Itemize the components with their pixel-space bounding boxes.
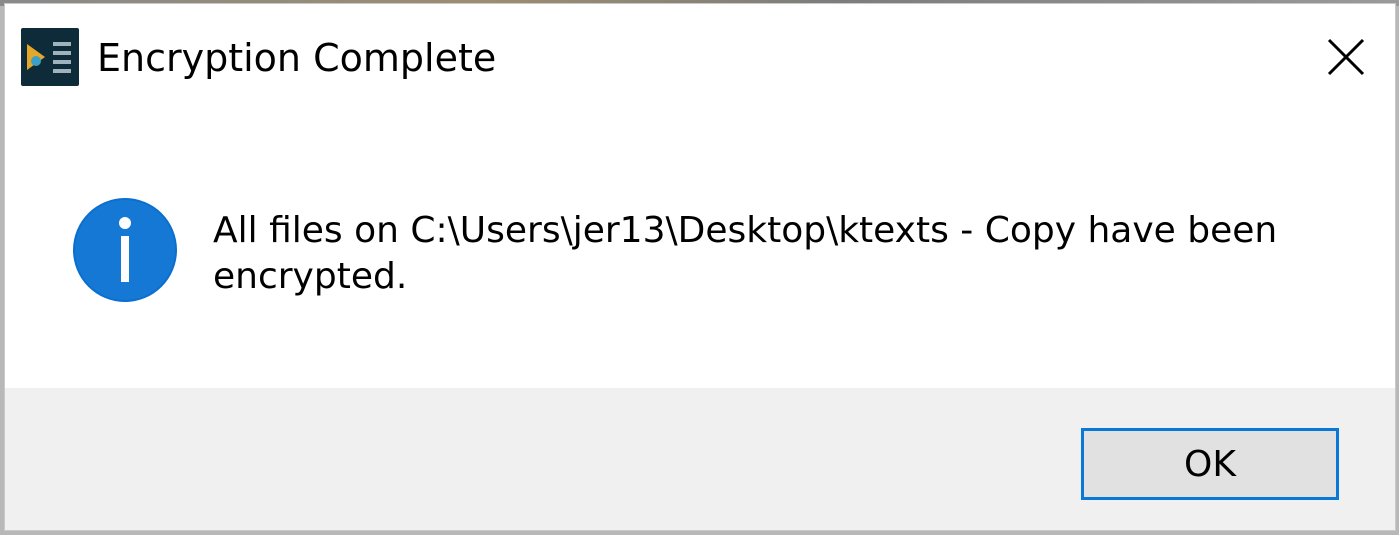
close-button[interactable] (1315, 26, 1377, 88)
close-icon (1327, 38, 1365, 76)
dialog-content: All files on C:\Users\jer13\Desktop\ktex… (5, 112, 1395, 388)
info-icon (73, 198, 177, 302)
dialog-message: All files on C:\Users\jer13\Desktop\ktex… (213, 210, 1278, 297)
title-bar[interactable]: Encryption Complete (5, 4, 1395, 112)
dialog-title: Encryption Complete (97, 36, 497, 80)
app-icon (21, 28, 79, 86)
app-icon-dot (31, 56, 41, 66)
ok-button-label: OK (1184, 443, 1236, 485)
dialog-footer: OK (5, 388, 1395, 530)
app-icon-lines (53, 42, 71, 78)
ok-button[interactable]: OK (1081, 428, 1339, 500)
message-dialog: Encryption Complete All files on C:\User… (4, 3, 1396, 531)
